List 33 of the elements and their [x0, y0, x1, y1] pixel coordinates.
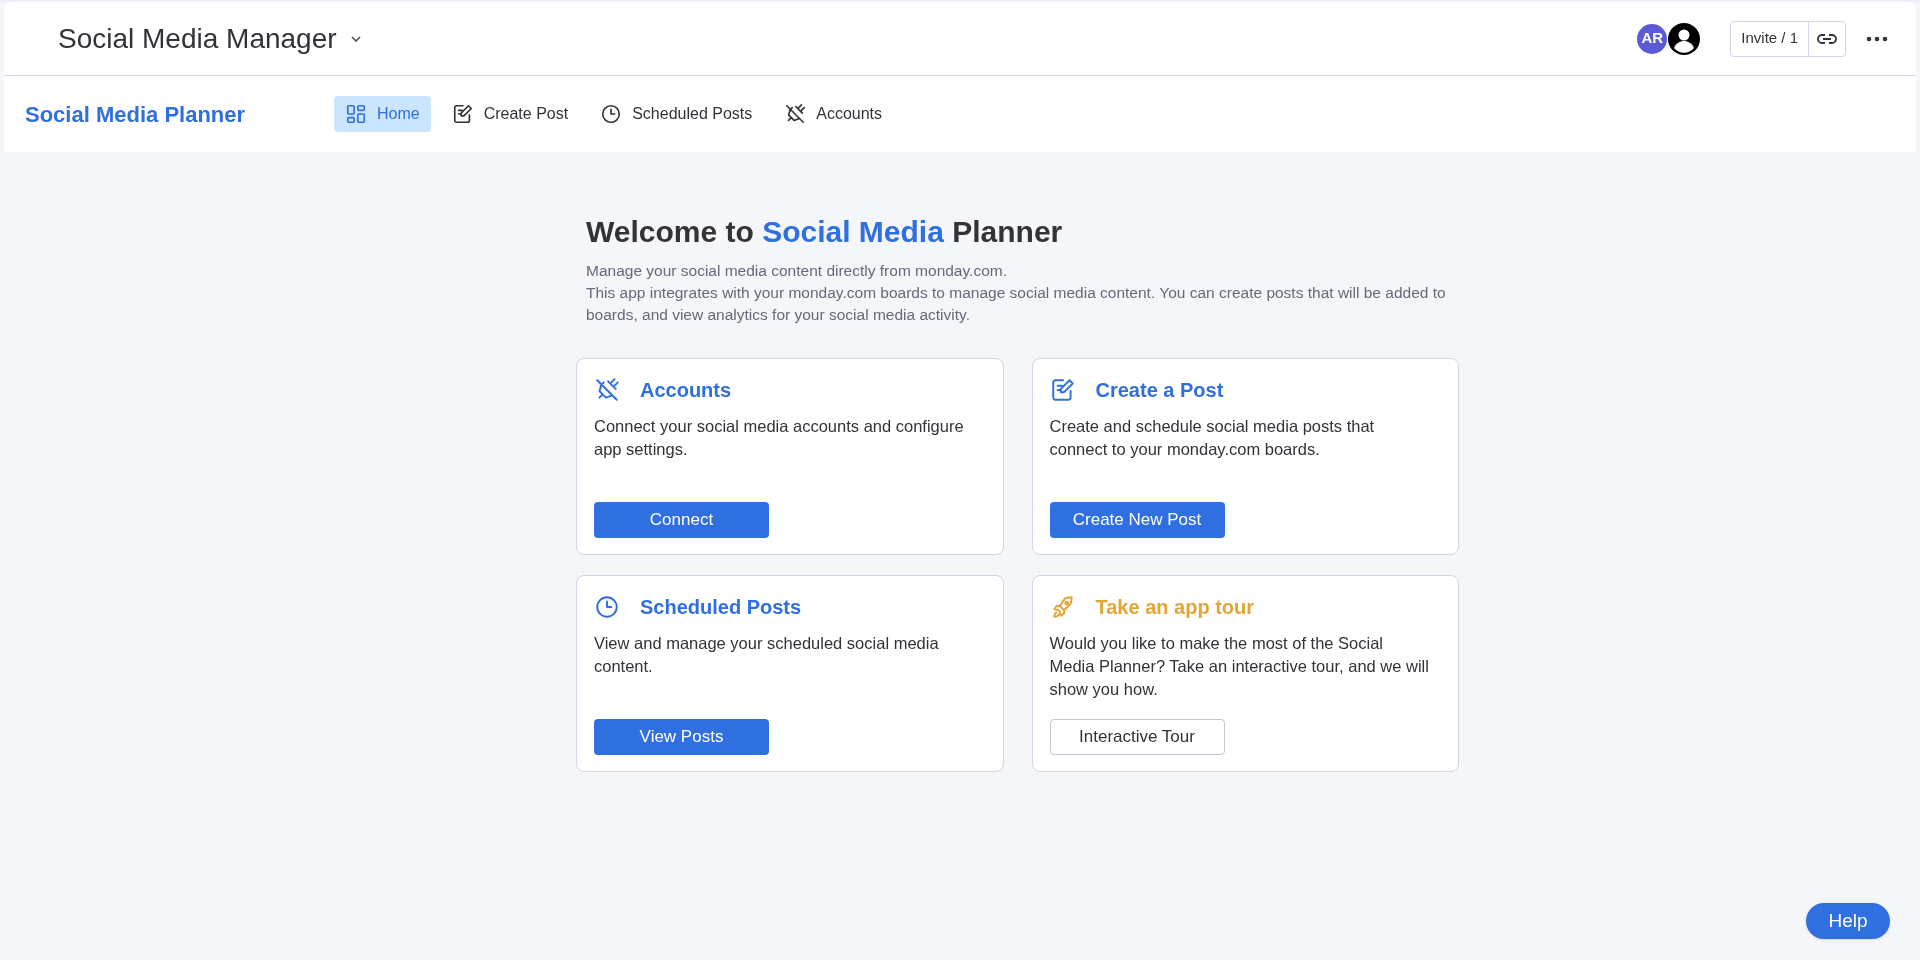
- clock-icon: [594, 594, 620, 620]
- help-button[interactable]: Help: [1806, 903, 1890, 939]
- user-avatar[interactable]: AR: [1637, 23, 1668, 54]
- nav-tab[interactable]: Create Post: [440, 96, 580, 132]
- card-title: Scheduled Posts: [640, 595, 802, 620]
- nav-tab[interactable]: Accounts: [773, 96, 894, 132]
- card-title: Take an app tour: [1095, 595, 1255, 620]
- board-title: Social Media Manager: [58, 21, 337, 56]
- card-action-button[interactable]: Create New Post: [1049, 502, 1225, 538]
- app-name: Social Media Planner: [25, 100, 247, 129]
- card-description: Would you like to make the most of the Social Media Planner? Take an interactive tour, and we will show you how.: [1049, 633, 1430, 700]
- clock-icon: [600, 103, 623, 125]
- nav-tab[interactable]: Scheduled Posts: [589, 96, 764, 132]
- nav-tab[interactable]: Home: [334, 96, 431, 132]
- intro-text: Manage your social media content directly from monday.com.: [586, 261, 1008, 281]
- unplugged-icon: [784, 103, 807, 125]
- card-description: Connect your social media accounts and configure app settings.: [594, 416, 965, 460]
- person-avatar-icon[interactable]: [1668, 22, 1701, 55]
- card-title: Accounts: [640, 378, 732, 403]
- pencil-note-icon: [1049, 377, 1076, 403]
- pencil-note-icon: [451, 103, 474, 125]
- grid-icon: [345, 103, 367, 125]
- card-action-button[interactable]: Interactive Tour: [1049, 719, 1225, 755]
- card-title: Create a Post: [1095, 378, 1224, 403]
- more-options-icon[interactable]: [1866, 35, 1888, 42]
- welcome-heading: Welcome to Social Media Planner: [586, 214, 1064, 250]
- card-action-button[interactable]: View Posts: [594, 719, 769, 755]
- link-icon: [1817, 32, 1837, 45]
- unplugged-icon: [594, 377, 620, 403]
- card-description: View and manage your scheduled social media content.: [594, 633, 940, 677]
- card-action-button[interactable]: Connect: [594, 502, 769, 538]
- card-description: Create and schedule social media posts that connect to your monday.com boards.: [1049, 416, 1376, 460]
- intro-text: This app integrates with your monday.com boards to manage social media content. You can create posts that will be added to boards, and view analytics for your social media activity.: [586, 283, 1447, 325]
